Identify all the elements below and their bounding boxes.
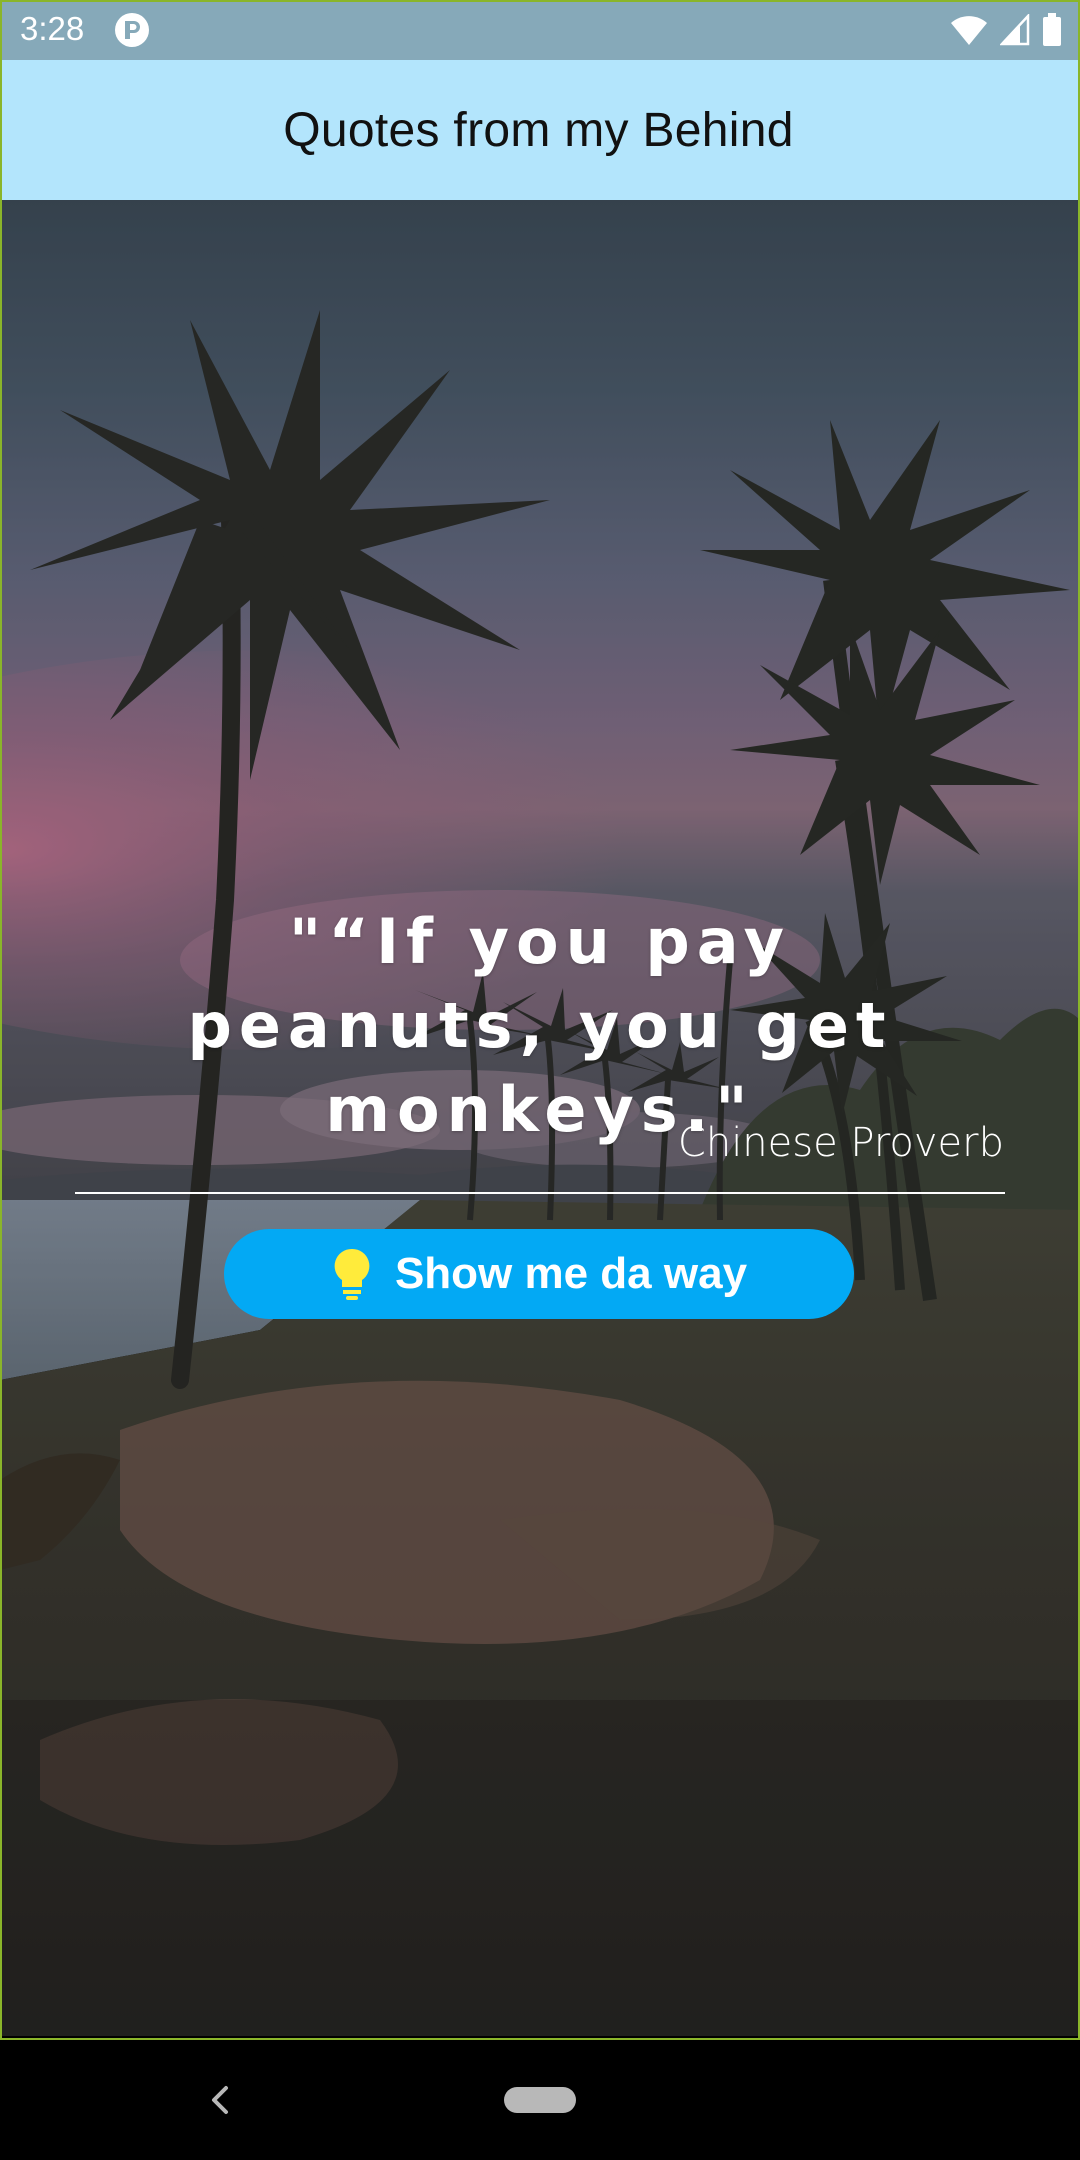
app-title: Quotes from my Behind [283, 103, 794, 157]
show-me-da-way-label: Show me da way [394, 1249, 748, 1298]
battery-icon [1043, 13, 1061, 46]
app-bar: Quotes from my Behind [0, 60, 1080, 200]
show-me-da-way-button[interactable]: Show me da way [224, 1229, 854, 1319]
lightbulb-icon [334, 1248, 370, 1300]
wifi-icon [951, 16, 987, 45]
divider [75, 1192, 1005, 1194]
home-pill-icon[interactable] [504, 2087, 576, 2113]
signal-icon [1000, 14, 1030, 46]
status-bar: 3:28 [0, 0, 1080, 60]
quote-author: Chinese Proverb [677, 1120, 1004, 1166]
quote-text: "“If you pay peanuts, you get monkeys." [187, 905, 893, 1146]
status-time: 3:28 [20, 10, 85, 47]
navigation-bar [0, 2040, 1080, 2160]
back-icon[interactable] [200, 2078, 240, 2122]
app-notification-icon [115, 13, 149, 47]
status-icons [950, 10, 1062, 50]
app-screen: 3:28 Quotes from my Behind "“If you pay … [0, 0, 1080, 2160]
